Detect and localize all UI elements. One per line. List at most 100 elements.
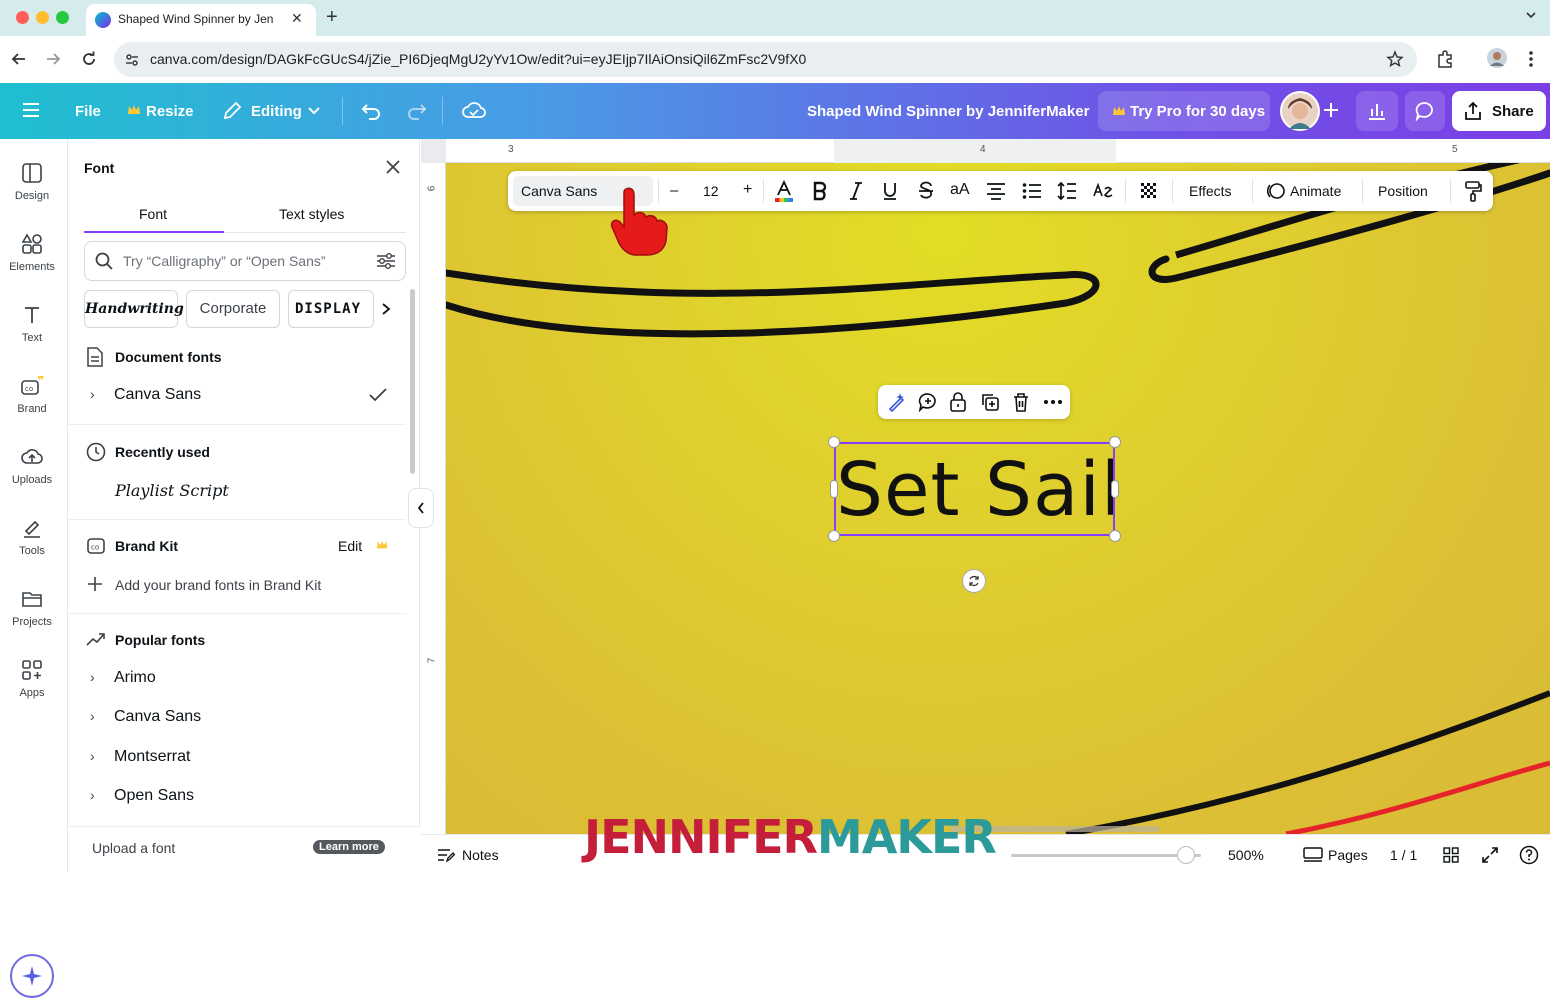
window-zoom-button[interactable] <box>56 11 69 24</box>
increase-font-size-button[interactable]: + <box>743 181 752 199</box>
rail-brand[interactable]: co Brand <box>0 375 64 441</box>
chevron-down-icon[interactable] <box>307 105 321 117</box>
resize-button[interactable]: Resize <box>146 103 194 120</box>
position-button[interactable]: Position <box>1378 183 1428 199</box>
document-title[interactable]: Shaped Wind Spinner by JenniferMaker <box>807 103 1089 120</box>
resize-handle[interactable] <box>828 530 840 542</box>
expand-chevron-icon[interactable]: › <box>90 787 114 803</box>
expand-chevron-icon[interactable]: › <box>90 386 114 402</box>
duplicate-icon[interactable] <box>980 392 1000 412</box>
font-size-input[interactable]: 12 <box>703 183 719 199</box>
font-item-arimo[interactable]: › Arimo <box>90 669 156 687</box>
text-color-icon[interactable] <box>774 180 794 204</box>
more-options-icon[interactable] <box>1043 399 1063 405</box>
resize-handle[interactable] <box>1109 436 1121 448</box>
forward-icon[interactable] <box>44 50 62 68</box>
file-menu[interactable]: File <box>75 103 101 120</box>
bold-icon[interactable] <box>812 181 828 201</box>
site-settings-icon[interactable] <box>124 52 140 68</box>
undo-icon[interactable] <box>360 100 382 122</box>
font-search-input[interactable]: Try “Calligraphy” or “Open Sans” <box>84 241 406 281</box>
rotate-handle[interactable] <box>962 569 986 593</box>
magic-edit-icon[interactable] <box>887 392 907 412</box>
lock-icon[interactable] <box>949 392 967 412</box>
expand-chevron-icon[interactable]: › <box>90 669 114 685</box>
bookmark-star-icon[interactable] <box>1386 50 1404 68</box>
delete-icon[interactable] <box>1012 392 1030 412</box>
expand-chevron-icon[interactable]: › <box>90 748 114 764</box>
upload-font-row[interactable]: Upload a font Learn more <box>68 826 420 872</box>
cloud-saved-icon[interactable] <box>462 100 486 120</box>
magic-assistant-button[interactable] <box>10 954 54 998</box>
filter-icon[interactable] <box>376 252 396 270</box>
rail-uploads[interactable]: Uploads <box>0 446 64 512</box>
insights-button[interactable] <box>1356 91 1398 131</box>
new-tab-icon[interactable]: + <box>326 6 338 29</box>
add-collaborator-icon[interactable] <box>1322 101 1340 119</box>
chip-handwriting[interactable]: Handwriting <box>84 290 184 328</box>
comments-button[interactable] <box>1405 91 1445 131</box>
chips-next-icon[interactable] <box>381 302 391 316</box>
copy-style-icon[interactable] <box>1464 180 1482 202</box>
resize-handle[interactable] <box>1109 530 1121 542</box>
grid-view-icon[interactable] <box>1443 847 1459 863</box>
rail-design[interactable]: Design <box>0 162 64 228</box>
back-icon[interactable] <box>10 50 28 68</box>
panel-scrollbar[interactable] <box>410 289 415 474</box>
font-item-canva-sans[interactable]: › Canva Sans <box>90 386 390 404</box>
align-center-icon[interactable] <box>986 182 1006 200</box>
transparency-icon[interactable] <box>1139 181 1159 201</box>
address-bar[interactable]: canva.com/design/DAGkFcGUcS4/jZie_PI6Dje… <box>114 42 1417 77</box>
zoom-slider[interactable] <box>1011 854 1201 857</box>
strikethrough-icon[interactable] <box>918 181 934 201</box>
font-item-playlist-script[interactable]: Playlist Script <box>115 481 229 500</box>
rail-tools[interactable]: Tools <box>0 517 64 583</box>
redo-icon[interactable] <box>406 100 428 122</box>
browser-menu-icon[interactable] <box>1528 50 1534 68</box>
close-panel-icon[interactable] <box>384 158 402 176</box>
try-pro-button[interactable]: Try Pro for 30 days <box>1098 91 1270 131</box>
tab-list-chevron-icon[interactable] <box>1524 8 1538 22</box>
list-icon[interactable] <box>1022 182 1042 200</box>
pages-button[interactable]: Pages <box>1328 847 1368 863</box>
window-close-button[interactable] <box>16 11 29 24</box>
font-item-open-sans[interactable]: › Open Sans <box>90 787 194 805</box>
zoom-level[interactable]: 500% <box>1228 847 1264 863</box>
user-avatar[interactable] <box>1280 91 1320 131</box>
window-minimize-button[interactable] <box>36 11 49 24</box>
font-item-canva-sans[interactable]: › Canva Sans <box>90 708 201 726</box>
text-effects-curve-icon[interactable] <box>1092 181 1114 201</box>
add-brand-fonts-link[interactable]: Add your brand fonts in Brand Kit <box>115 577 321 593</box>
expand-chevron-icon[interactable]: › <box>90 708 114 724</box>
animate-button[interactable]: Animate <box>1290 183 1341 199</box>
share-button[interactable]: Share <box>1452 91 1546 131</box>
help-icon[interactable] <box>1519 845 1539 865</box>
browser-tab[interactable]: Shaped Wind Spinner by Jen ✕ <box>86 4 316 36</box>
editing-mode-button[interactable]: Editing <box>251 103 302 120</box>
reload-icon[interactable] <box>80 50 98 68</box>
side-resize-handle[interactable] <box>830 480 838 498</box>
resize-handle[interactable] <box>828 436 840 448</box>
letter-case-button[interactable]: aA <box>950 181 970 199</box>
rail-projects[interactable]: Projects <box>0 588 64 654</box>
learn-more-badge[interactable]: Learn more <box>313 840 385 854</box>
tab-text-styles[interactable]: Text styles <box>279 206 344 222</box>
rail-apps[interactable]: Apps <box>0 659 64 725</box>
chip-corporate[interactable]: Corporate <box>186 290 280 328</box>
collapse-panel-button[interactable] <box>408 488 434 528</box>
tab-close-icon[interactable]: ✕ <box>291 10 303 27</box>
zoom-slider-knob[interactable] <box>1176 846 1195 864</box>
tab-font[interactable]: Font <box>139 206 167 222</box>
main-menu-icon[interactable] <box>22 102 40 118</box>
line-spacing-icon[interactable] <box>1057 181 1077 201</box>
add-comment-icon[interactable] <box>918 392 938 412</box>
extensions-icon[interactable] <box>1435 49 1455 69</box>
brand-kit-edit-button[interactable]: Edit <box>338 538 362 554</box>
font-item-montserrat[interactable]: › Montserrat <box>90 748 190 766</box>
rail-elements[interactable]: Elements <box>0 233 64 299</box>
italic-icon[interactable] <box>848 181 864 201</box>
rail-text[interactable]: Text <box>0 304 64 370</box>
effects-button[interactable]: Effects <box>1189 183 1232 199</box>
side-resize-handle[interactable] <box>1111 480 1119 498</box>
fullscreen-icon[interactable] <box>1481 846 1499 864</box>
